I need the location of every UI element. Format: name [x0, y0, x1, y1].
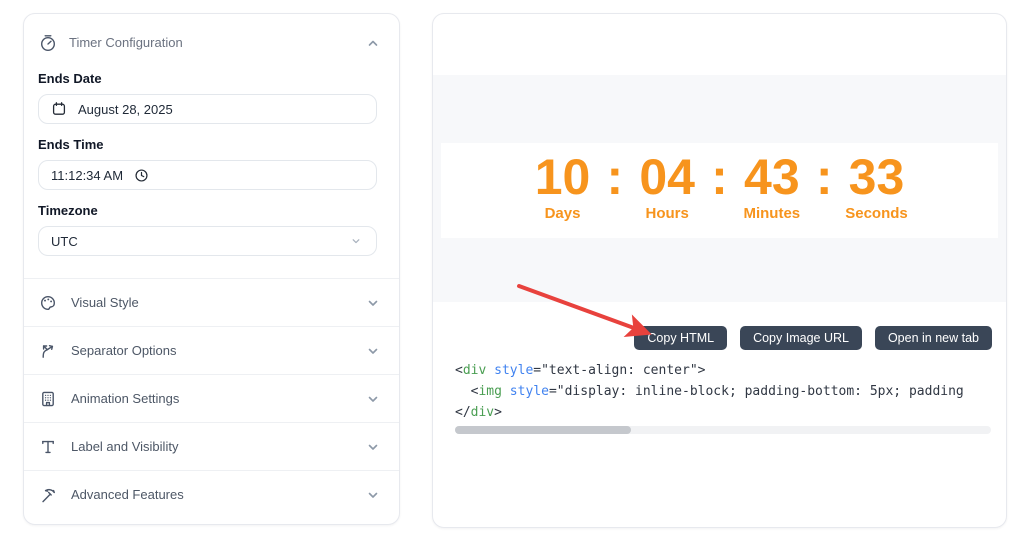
timer-unit-minutes: 43 Minutes: [736, 150, 808, 222]
split-arrows-icon: [42, 344, 54, 358]
sidebar-item-separator-options[interactable]: Separator Options: [24, 326, 399, 374]
chevron-down-icon: [368, 300, 378, 306]
timer-separator: :: [815, 149, 833, 205]
copy-image-url-button[interactable]: Copy Image URL: [740, 326, 862, 350]
hours-value: 04: [639, 149, 695, 205]
sidebar-item-label-and-visibility[interactable]: Label and Visibility: [24, 422, 399, 470]
timer-unit-seconds: 33 Seconds: [840, 150, 912, 222]
ends-time-field: Ends Time 11:12:34 AM: [38, 137, 377, 190]
ends-date-field: Ends Date August 28, 2025: [38, 71, 377, 124]
ends-time-label: Ends Time: [38, 137, 104, 152]
countdown-timer: 10 Days : 04 Hours : 43 Minutes : 33 Sec…: [441, 143, 998, 222]
sidebar-item-label: Animation Settings: [71, 391, 180, 406]
sidebar-item-label: Advanced Features: [71, 487, 184, 502]
stopwatch-icon: [40, 34, 56, 51]
timezone-select[interactable]: UTC: [38, 226, 377, 256]
timer-configuration-fields: Ends Date August 28, 2025 Ends Time 11:1…: [24, 71, 399, 256]
minutes-value: 43: [744, 149, 800, 205]
chevron-down-icon: [368, 396, 378, 402]
export-buttons: Copy HTML Copy Image URL Open in new tab: [634, 326, 992, 350]
chevron-up-icon[interactable]: [363, 33, 383, 53]
sidebar-item-label: Separator Options: [71, 343, 177, 358]
sidebar-item-advanced-features[interactable]: Advanced Features: [24, 470, 399, 518]
seconds-value: 33: [848, 149, 905, 205]
building-icon: [42, 391, 54, 406]
countdown-preview: 10 Days : 04 Hours : 43 Minutes : 33 Sec…: [441, 143, 998, 238]
timer-preview-panel: 10 Days : 04 Hours : 43 Minutes : 33 Sec…: [432, 13, 1007, 528]
seconds-label: Seconds: [845, 205, 908, 222]
sidebar-item-animation-settings[interactable]: Animation Settings: [24, 374, 399, 422]
calendar-icon: [52, 102, 66, 115]
ends-date-value: August 28, 2025: [78, 101, 173, 117]
minutes-label: Minutes: [743, 205, 801, 222]
section-title: Timer Configuration: [69, 35, 183, 50]
ends-time-input[interactable]: 11:12:34 AM: [38, 160, 377, 190]
clock-icon: [135, 168, 148, 182]
hours-label: Hours: [645, 205, 689, 222]
timezone-field: Timezone UTC: [38, 203, 377, 256]
code-line: </div>: [455, 405, 502, 420]
ends-date-input[interactable]: August 28, 2025: [38, 94, 377, 124]
collapsed-sections-list: Visual Style Separator Options Animation…: [24, 278, 399, 518]
chevron-down-icon: [352, 239, 360, 244]
ends-time-value: 11:12:34 AM: [51, 167, 124, 183]
chevron-down-icon: [368, 348, 378, 354]
pickaxe-icon: [42, 488, 55, 502]
open-in-new-tab-button[interactable]: Open in new tab: [874, 326, 992, 350]
chevron-down-icon: [368, 492, 378, 498]
days-value: 10: [534, 149, 591, 205]
scrollbar-thumb[interactable]: [455, 426, 631, 434]
sidebar-item-label: Visual Style: [71, 295, 139, 310]
timezone-label: Timezone: [38, 203, 98, 218]
timer-separator: :: [711, 149, 728, 205]
palette-icon: [41, 295, 56, 310]
code-line: <img style="display: inline-block; paddi…: [455, 384, 964, 399]
chevron-down-icon: [368, 444, 378, 450]
timer-unit-hours: 04 Hours: [631, 150, 703, 222]
sidebar-item-label: Label and Visibility: [71, 439, 179, 454]
text-t-icon: [42, 440, 54, 453]
timer-unit-days: 10 Days: [527, 150, 599, 222]
sidebar-item-visual-style[interactable]: Visual Style: [24, 278, 399, 326]
timer-separator: :: [606, 149, 624, 205]
code-horizontal-scrollbar[interactable]: [455, 426, 991, 434]
timer-settings-panel: Timer Configuration Ends Date August 28,…: [23, 13, 400, 525]
section-header-timer-configuration[interactable]: Timer Configuration: [24, 14, 399, 58]
days-label: Days: [544, 205, 581, 222]
copy-html-button[interactable]: Copy HTML: [634, 326, 728, 350]
ends-date-label: Ends Date: [38, 71, 102, 86]
embed-code-snippet: <div style="text-align: center"> <img st…: [455, 360, 993, 423]
timezone-value: UTC: [51, 233, 78, 249]
code-line: <div style="text-align: center">: [455, 363, 706, 378]
